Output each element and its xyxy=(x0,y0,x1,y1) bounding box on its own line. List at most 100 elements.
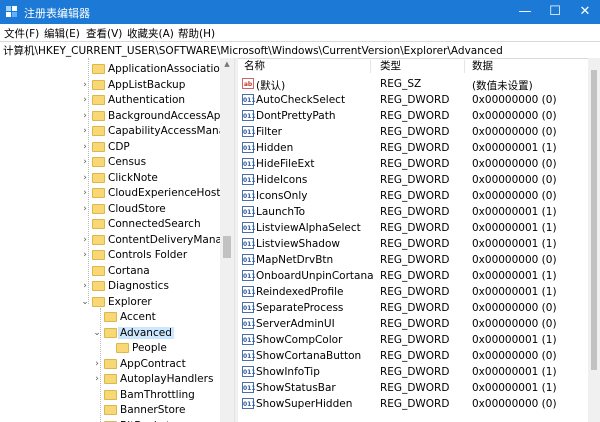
chevron-right-icon[interactable]: › xyxy=(92,358,102,370)
tree-item[interactable]: › AppListBackup xyxy=(0,78,220,94)
values-scrollbar[interactable] xyxy=(588,58,600,422)
scroll-up-icon[interactable]: ▲ xyxy=(220,58,234,70)
tree-item[interactable]: Cortana xyxy=(0,264,220,280)
chevron-down-icon[interactable]: ⌄ xyxy=(80,296,90,308)
tree-item-label: Explorer xyxy=(108,295,152,308)
tree-item[interactable]: ⌄ Explorer xyxy=(0,295,220,311)
tree-item-label: Accent xyxy=(120,311,156,323)
value-type: REG_DWORD xyxy=(380,222,450,234)
value-data: 0x00000001 (1) xyxy=(472,366,557,378)
tree-item[interactable]: › ClickNote xyxy=(0,171,220,187)
value-row[interactable]: 011 HideIcons REG_DWORD 0x00000000 (0) xyxy=(238,172,588,188)
chevron-right-icon[interactable]: › xyxy=(80,187,90,199)
chevron-down-icon[interactable]: ⌄ xyxy=(92,327,102,339)
chevron-right-icon[interactable]: › xyxy=(80,172,90,184)
tree-item[interactable]: › Controls Folder xyxy=(0,248,220,264)
tree-item-label: CloudStore xyxy=(108,202,166,215)
chevron-right-icon[interactable]: › xyxy=(80,249,90,261)
folder-icon xyxy=(92,281,105,291)
value-row[interactable]: 011 DontPrettyPath REG_DWORD 0x00000000 (0) xyxy=(238,108,588,124)
value-row[interactable]: 011 SeparateProcess REG_DWORD 0x00000000 (0… xyxy=(238,300,588,316)
value-row[interactable]: 011 ListviewShadow REG_DWORD 0x00000001 (1) xyxy=(238,236,588,252)
value-row[interactable]: 011 ListviewAlphaSelect REG_DWORD 0x0000000… xyxy=(238,220,588,236)
tree-item[interactable]: › Authentication xyxy=(0,93,220,109)
menu-file[interactable]: 文件(F) xyxy=(4,26,39,41)
menu-edit[interactable]: 编辑(E) xyxy=(44,26,80,41)
value-type: REG_DWORD xyxy=(380,270,450,282)
column-header-name[interactable]: 名称 xyxy=(244,58,265,75)
tree-item[interactable]: › CloudExperienceHost xyxy=(0,186,220,202)
tree-item[interactable]: › AutoplayHandlers xyxy=(0,372,220,388)
value-row[interactable]: 011 ShowCompColor REG_DWORD 0x00000001 (1) xyxy=(238,332,588,348)
value-row[interactable]: 011 ShowStatusBar REG_DWORD 0x00000001 (1) xyxy=(238,380,588,396)
value-row[interactable]: 011 Filter REG_DWORD 0x00000000 (0) xyxy=(238,124,588,140)
tree-item[interactable]: › BackgroundAccessApplic xyxy=(0,109,220,125)
values-scroll-thumb[interactable] xyxy=(591,70,597,370)
column-header-data[interactable]: 数据 xyxy=(472,58,493,75)
tree-item[interactable]: BamThrottling xyxy=(0,388,220,404)
chevron-right-icon[interactable]: › xyxy=(80,125,90,137)
minimize-button[interactable]: — xyxy=(510,0,540,24)
value-type: REG_DWORD xyxy=(380,110,450,122)
chevron-right-icon[interactable]: › xyxy=(80,94,90,106)
value-row[interactable]: 011 OnboardUnpinCortana REG_DWORD 0x0000000… xyxy=(238,268,588,284)
chevron-right-icon[interactable]: › xyxy=(80,203,90,215)
close-button[interactable]: ✕ xyxy=(570,0,600,24)
tree-item[interactable]: ⌄ Advanced xyxy=(0,326,220,342)
chevron-right-icon[interactable]: › xyxy=(80,79,90,91)
tree-item[interactable]: › CapabilityAccessManager xyxy=(0,124,220,140)
chevron-right-icon[interactable]: › xyxy=(80,280,90,292)
tree-item[interactable]: People xyxy=(0,341,220,357)
folder-icon xyxy=(104,358,117,369)
folder-icon xyxy=(104,389,117,400)
binary-value-icon: 011 xyxy=(242,270,256,281)
tree-item[interactable]: › Census xyxy=(0,155,220,171)
value-row[interactable]: 011 IconsOnly REG_DWORD 0x00000000 (0) xyxy=(238,188,588,204)
value-row[interactable]: 011 AutoCheckSelect REG_DWORD 0x00000000 (0… xyxy=(238,92,588,108)
value-row[interactable]: 011 MapNetDrvBtn REG_DWORD 0x00000000 (0) xyxy=(238,252,588,268)
value-row[interactable]: 011 LaunchTo REG_DWORD 0x00000001 (1) xyxy=(238,204,588,220)
column-separator[interactable] xyxy=(370,60,371,73)
tree-scroll-thumb[interactable] xyxy=(223,236,231,258)
chevron-right-icon[interactable]: › xyxy=(92,373,102,385)
address-path[interactable]: 计算机\HKEY_CURRENT_USER\SOFTWARE\Microsoft… xyxy=(3,43,503,58)
chevron-right-icon[interactable]: › xyxy=(80,110,90,122)
folder-icon xyxy=(92,172,105,183)
tree-item[interactable]: › CloudStore xyxy=(0,202,220,218)
tree-item[interactable]: › CDP xyxy=(0,140,220,156)
value-row[interactable]: 011 ServerAdminUI REG_DWORD 0x00000000 (0) xyxy=(238,316,588,332)
menu-favorites[interactable]: 收藏夹(A) xyxy=(127,26,174,41)
tree-item[interactable]: ConnectedSearch xyxy=(0,217,220,233)
tree-item[interactable]: › Diagnostics xyxy=(0,279,220,295)
value-row[interactable]: 011 HideFileExt REG_DWORD 0x00000000 (0) xyxy=(238,156,588,172)
binary-value-icon: 011 xyxy=(242,110,256,121)
value-row[interactable]: 011 ShowCortanaButton REG_DWORD 0x00000000 … xyxy=(238,348,588,364)
menu-view[interactable]: 查看(V) xyxy=(86,26,122,41)
binary-value-icon: 011 xyxy=(242,206,256,217)
value-data: 0x00000000 (0) xyxy=(472,174,557,186)
chevron-right-icon[interactable]: › xyxy=(80,141,90,153)
tree-item[interactable]: › ContentDeliveryManager xyxy=(0,233,220,249)
address-bar[interactable]: 计算机\HKEY_CURRENT_USER\SOFTWARE\Microsoft… xyxy=(0,41,600,59)
tree-item[interactable]: ApplicationAssociationTo xyxy=(0,62,220,78)
value-row[interactable]: 011 ReindexedProfile REG_DWORD 0x00000001 (… xyxy=(238,284,588,300)
value-row[interactable]: ab (默认) REG_SZ (数值未设置) xyxy=(238,76,588,92)
chevron-right-icon[interactable]: › xyxy=(80,234,90,246)
column-separator[interactable] xyxy=(464,60,465,73)
column-header-type[interactable]: 类型 xyxy=(380,58,401,75)
menu-help[interactable]: 帮助(H) xyxy=(178,26,215,41)
tree-item[interactable]: BannerStore xyxy=(0,403,220,419)
tree-item[interactable]: › AppContract xyxy=(0,357,220,373)
value-row[interactable]: 011 Hidden REG_DWORD 0x00000001 (1) xyxy=(238,140,588,156)
value-row[interactable]: 011 ShowInfoTip REG_DWORD 0x00000001 (1) xyxy=(238,364,588,380)
value-row[interactable]: 011 ShowSuperHidden REG_DWORD 0x00000000 (0… xyxy=(238,396,588,412)
tree-item[interactable]: Accent xyxy=(0,310,220,326)
tree-item-label: AppListBackup xyxy=(108,78,186,91)
maximize-button[interactable]: ☐ xyxy=(540,0,570,24)
value-name: Filter xyxy=(256,126,283,138)
chevron-right-icon[interactable]: › xyxy=(80,156,90,168)
tree-item-label: AutoplayHandlers xyxy=(120,373,214,385)
value-type: REG_DWORD xyxy=(380,302,450,314)
tree-item[interactable]: ›BitBucket xyxy=(0,419,220,422)
tree-scrollbar[interactable]: ▲ xyxy=(220,58,234,422)
